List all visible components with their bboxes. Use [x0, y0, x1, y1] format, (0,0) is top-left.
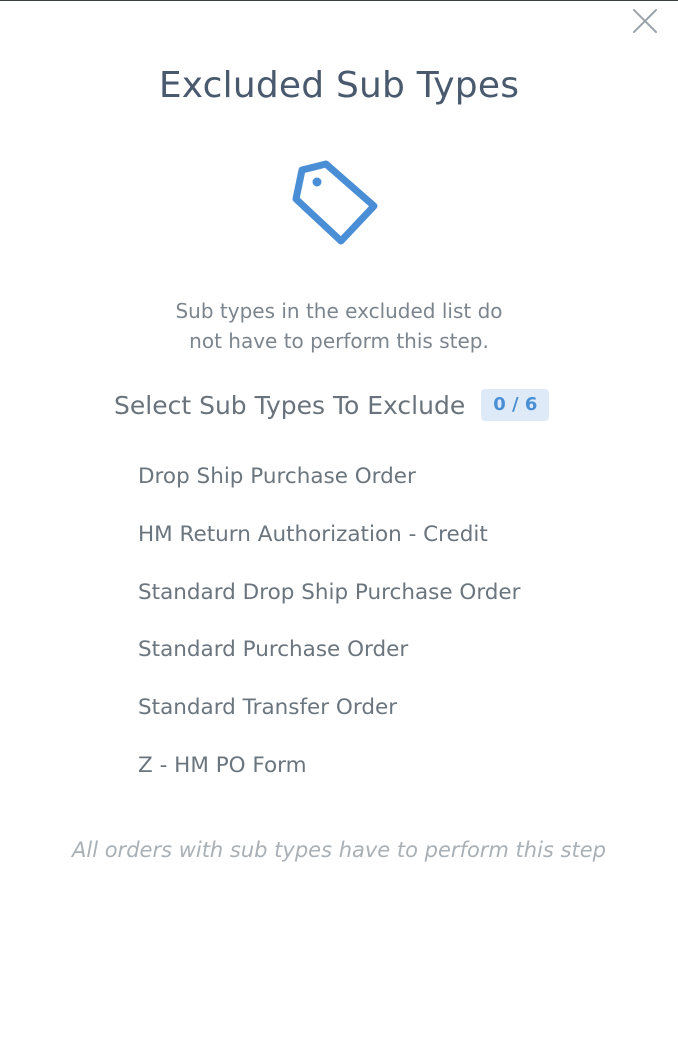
subtype-item-standard-purchase-order[interactable]: Standard Purchase Order: [138, 630, 521, 688]
selection-count-badge: 0 / 6: [481, 389, 550, 421]
subtype-item-z-hm-po-form[interactable]: Z - HM PO Form: [138, 746, 521, 804]
subtype-item-drop-ship-purchase-order[interactable]: Drop Ship Purchase Order: [138, 457, 521, 515]
subtype-section-header: Select Sub Types To Exclude 0 / 6: [114, 385, 550, 425]
modal-description: Sub types in the excluded list do not ha…: [0, 296, 678, 356]
subtype-list: Drop Ship Purchase Order HM Return Autho…: [138, 457, 521, 804]
section-heading: Select Sub Types To Exclude: [114, 390, 466, 420]
description-line-2: not have to perform this step.: [189, 329, 489, 353]
close-icon: [633, 9, 657, 33]
footer-note: All orders with sub types have to perfor…: [72, 838, 606, 862]
subtype-item-hm-return-authorization-credit[interactable]: HM Return Authorization - Credit: [138, 515, 521, 573]
subtype-item-standard-drop-ship-purchase-order[interactable]: Standard Drop Ship Purchase Order: [138, 573, 521, 631]
tag-icon: [292, 158, 382, 248]
close-button[interactable]: [630, 6, 660, 36]
modal-top-border: [0, 0, 678, 1]
subtype-item-standard-transfer-order[interactable]: Standard Transfer Order: [138, 688, 521, 746]
description-line-1: Sub types in the excluded list do: [175, 299, 503, 323]
modal-title: Excluded Sub Types: [158, 65, 520, 106]
